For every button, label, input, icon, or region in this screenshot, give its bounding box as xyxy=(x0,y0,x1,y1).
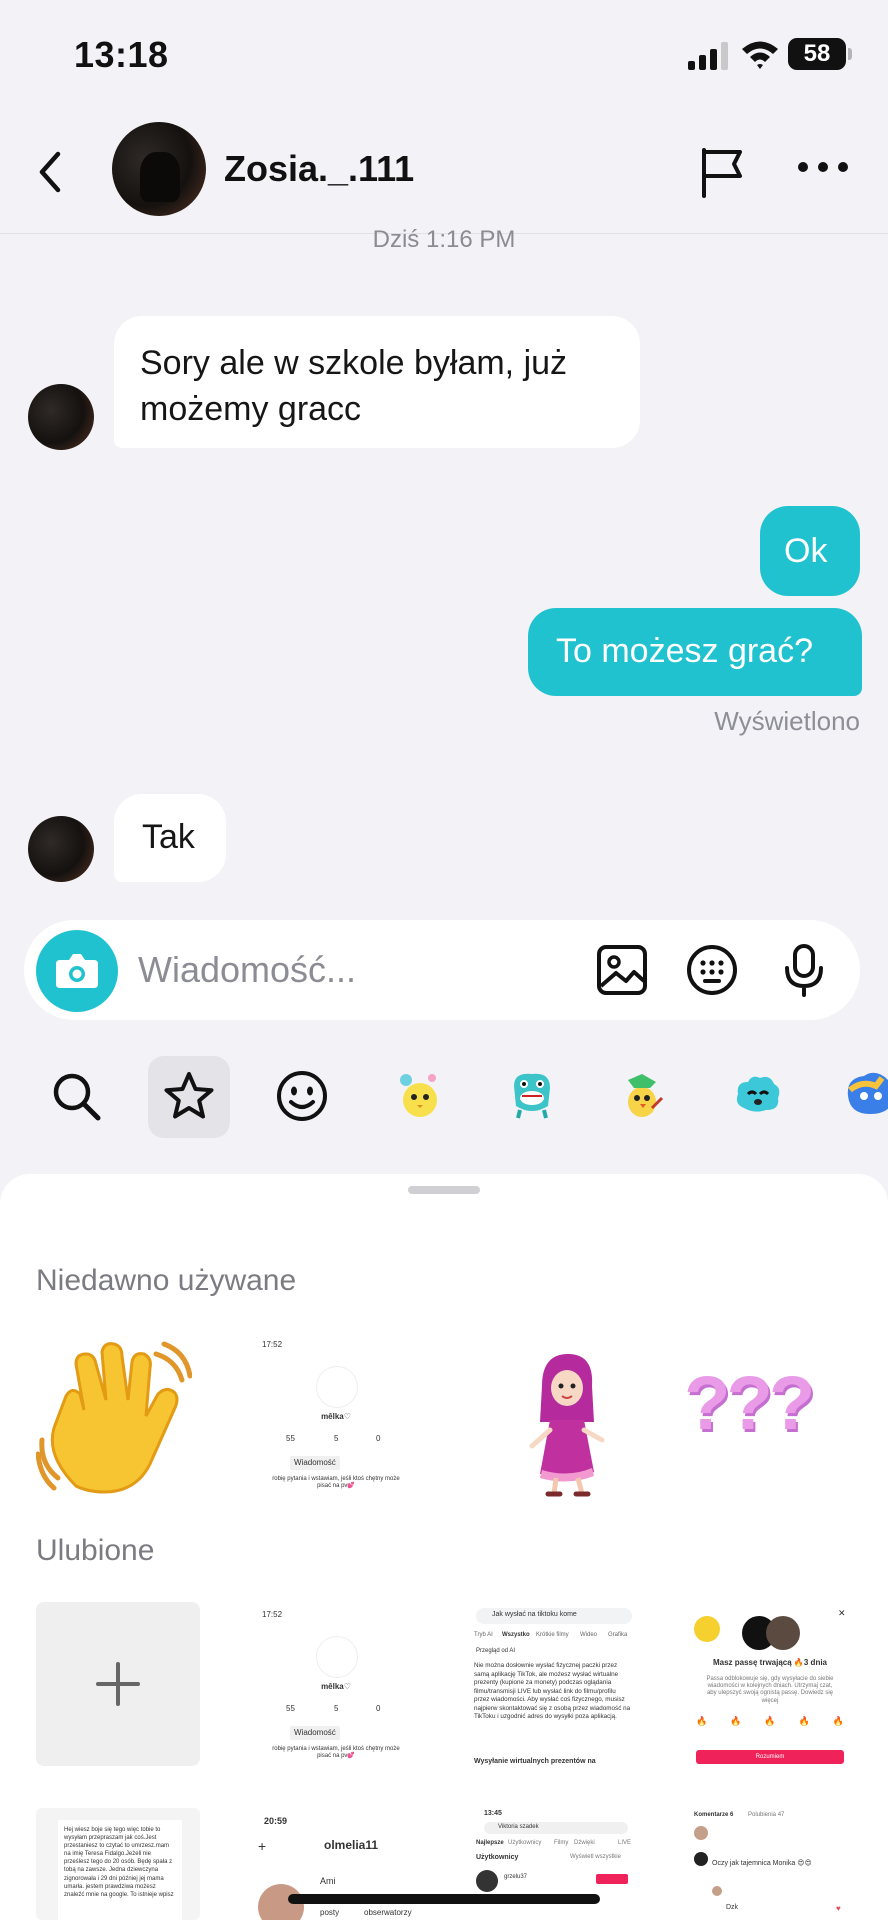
question-marks-sticker[interactable]: ??? xyxy=(684,1360,815,1447)
thumb-tab: Użytkownicy xyxy=(508,1840,542,1846)
thumb-see-all: Wyświetl wszystkie xyxy=(570,1854,621,1860)
incoming-message[interactable]: Tak xyxy=(114,794,226,882)
thumb-stat: 5 xyxy=(334,1704,339,1713)
favorites-section-title: Ulubione xyxy=(36,1534,155,1567)
sticker-bird-icon[interactable] xyxy=(614,1068,670,1124)
emoji-icon[interactable] xyxy=(274,1068,330,1124)
contact-name[interactable]: Zosia._.111 xyxy=(224,148,414,190)
thumb-bio: robię pytania i wstawiam, jeśli ktoś chę… xyxy=(272,1476,400,1490)
heart-icon: ♥ xyxy=(836,1904,841,1913)
thumb-search-query: Jak wysłać na tiktoku kome xyxy=(492,1611,577,1618)
thumb-ai-text: Nie można dosłownie wysłać fizycznej pac… xyxy=(474,1662,631,1720)
thumb-stat: 55 xyxy=(286,1434,295,1443)
thumb-tab: Grafika xyxy=(608,1632,628,1638)
favorite-note-screenshot[interactable]: Hej wiesz boje się tego więc tobie to wy… xyxy=(36,1808,200,1920)
camera-icon xyxy=(56,954,98,988)
thumb-label: posty xyxy=(320,1908,340,1917)
sticker-creature-icon[interactable] xyxy=(842,1066,888,1122)
favorite-comments-screenshot[interactable]: Komentarze 6 Polubienia 47 Oczy jak taje… xyxy=(686,1808,854,1920)
thumb-streak-title: Masz passę trwającą 🔥3 dnia xyxy=(712,1658,827,1667)
battery-indicator: 58 xyxy=(788,38,852,70)
chat-timestamp: Dziś 1:16 PM xyxy=(372,226,516,253)
camera-button[interactable] xyxy=(36,930,118,1012)
thumb-stat: 55 xyxy=(286,1704,295,1713)
thumb-time: 13:45 xyxy=(484,1810,502,1817)
message-input[interactable] xyxy=(138,940,578,1000)
thumb-profile-name: Ami xyxy=(320,1876,336,1886)
recent-section-title: Niedawno używane xyxy=(36,1264,297,1297)
thumb-comment-reply: Dzk xyxy=(726,1904,739,1911)
sticker-monster-icon[interactable] xyxy=(504,1066,560,1122)
thumb-comments-label: Komentarze 6 xyxy=(694,1812,734,1818)
thumb-stat: 0 xyxy=(376,1434,381,1443)
star-icon[interactable] xyxy=(161,1069,217,1125)
thumb-comment-text: Oczy jak tajemnica Monika 😍😍 xyxy=(712,1860,812,1867)
status-time: 13:18 xyxy=(74,34,169,75)
thumb-bio: robię pytania i wstawiam, jeśli ktoś chę… xyxy=(272,1746,400,1760)
thumb-ai-heading: Przegląd od AI xyxy=(476,1648,516,1654)
thumb-ai-subheading: Wysyłanie wirtualnych prezentów na xyxy=(474,1758,596,1765)
home-indicator xyxy=(288,1894,600,1904)
thumb-username: olmelia11 xyxy=(324,1838,379,1852)
thumb-tab: Wideo xyxy=(580,1632,598,1638)
sender-avatar[interactable] xyxy=(28,384,94,450)
thumb-user-result: grzelu37 xyxy=(504,1874,528,1880)
battery-level: 58 xyxy=(803,40,831,67)
recent-profile-screenshot[interactable]: 17:52 mêlka♡ 55 5 0 Wiadomość robię pyta… xyxy=(252,1334,420,1500)
search-icon[interactable] xyxy=(48,1068,104,1124)
thumb-streak-text: Passa odblokowuje się, gdy wysyłacie do … xyxy=(706,1676,834,1704)
outgoing-message[interactable]: To możesz grać? xyxy=(528,608,862,696)
wifi-icon xyxy=(742,41,778,69)
close-icon: ✕ xyxy=(838,1608,846,1618)
microphone-icon[interactable] xyxy=(776,942,832,998)
sticker-chick-icon[interactable] xyxy=(392,1068,448,1124)
contact-avatar[interactable] xyxy=(112,122,206,216)
sticker-keyboard-icon[interactable] xyxy=(684,942,740,998)
seen-status: Wyświetlono xyxy=(714,706,860,736)
thumb-streak-flames: 🔥 🔥 🔥 🔥 🔥 xyxy=(696,1716,844,1726)
image-icon[interactable] xyxy=(594,942,650,998)
thumb-button: Wiadomość xyxy=(290,1456,340,1470)
plus-icon: + xyxy=(258,1838,267,1854)
thumb-tab: Tryb AI xyxy=(474,1632,493,1638)
thumb-streak-button: Rozumiem xyxy=(696,1750,844,1764)
favorite-profile-screenshot[interactable]: 17:52 mêlka♡ 55 5 0 Wiadomość robię pyta… xyxy=(252,1604,420,1770)
more-options-button[interactable] xyxy=(798,162,850,178)
thumb-name: mêlka♡ xyxy=(321,1412,351,1421)
thumb-avatar xyxy=(316,1636,358,1678)
thumb-tab: Filmy xyxy=(554,1840,569,1846)
sticker-blob-icon[interactable] xyxy=(730,1068,786,1124)
thumb-tab: LIVE xyxy=(618,1840,632,1846)
cellular-signal-icon xyxy=(688,42,728,70)
masha-sticker[interactable] xyxy=(528,1350,606,1498)
thumb-stat: 0 xyxy=(376,1704,381,1713)
thumb-tab: Krótkie filmy xyxy=(536,1632,569,1638)
thumb-likes-label: Polubienia 47 xyxy=(748,1812,785,1818)
thumb-tab: Wszystko xyxy=(502,1632,530,1638)
thumb-tab: Dźwięki xyxy=(574,1840,595,1846)
add-sticker-button[interactable] xyxy=(36,1602,200,1766)
thumb-time: 17:52 xyxy=(262,1610,283,1619)
thumb-users-label: Użytkownicy xyxy=(476,1854,519,1861)
thumb-stat: 5 xyxy=(334,1434,339,1443)
thumb-avatar xyxy=(316,1366,358,1408)
thumb-name: mêlka♡ xyxy=(321,1682,351,1691)
back-button[interactable] xyxy=(32,148,72,196)
waving-hand-sticker[interactable] xyxy=(36,1336,192,1496)
thumb-tab: Najlepsze xyxy=(476,1840,504,1846)
outgoing-message[interactable]: Ok xyxy=(760,506,860,596)
thumb-note-text: Hej wiesz boje się tego więc tobie to wy… xyxy=(64,1827,174,1898)
sender-avatar[interactable] xyxy=(28,816,94,882)
report-flag-icon[interactable] xyxy=(696,144,752,200)
incoming-message[interactable]: Sory ale w szkole byłam, już możemy grac… xyxy=(114,316,640,448)
thumb-button: Wiadomość xyxy=(290,1726,340,1740)
favorite-search-screenshot[interactable]: Jak wysłać na tiktoku kome Tryb AI Wszys… xyxy=(470,1604,638,1770)
favorite-streak-screenshot[interactable]: ✕ Masz passę trwającą 🔥3 dnia Passa odbl… xyxy=(686,1604,854,1770)
thumb-search-query: Viktoria szadek xyxy=(498,1824,539,1830)
panel-drag-handle[interactable] xyxy=(408,1186,480,1194)
thumb-time: 17:52 xyxy=(262,1340,283,1349)
thumb-time: 20:59 xyxy=(264,1816,288,1826)
thumb-label: obserwatorzy xyxy=(364,1908,412,1917)
plus-icon xyxy=(96,1662,140,1706)
